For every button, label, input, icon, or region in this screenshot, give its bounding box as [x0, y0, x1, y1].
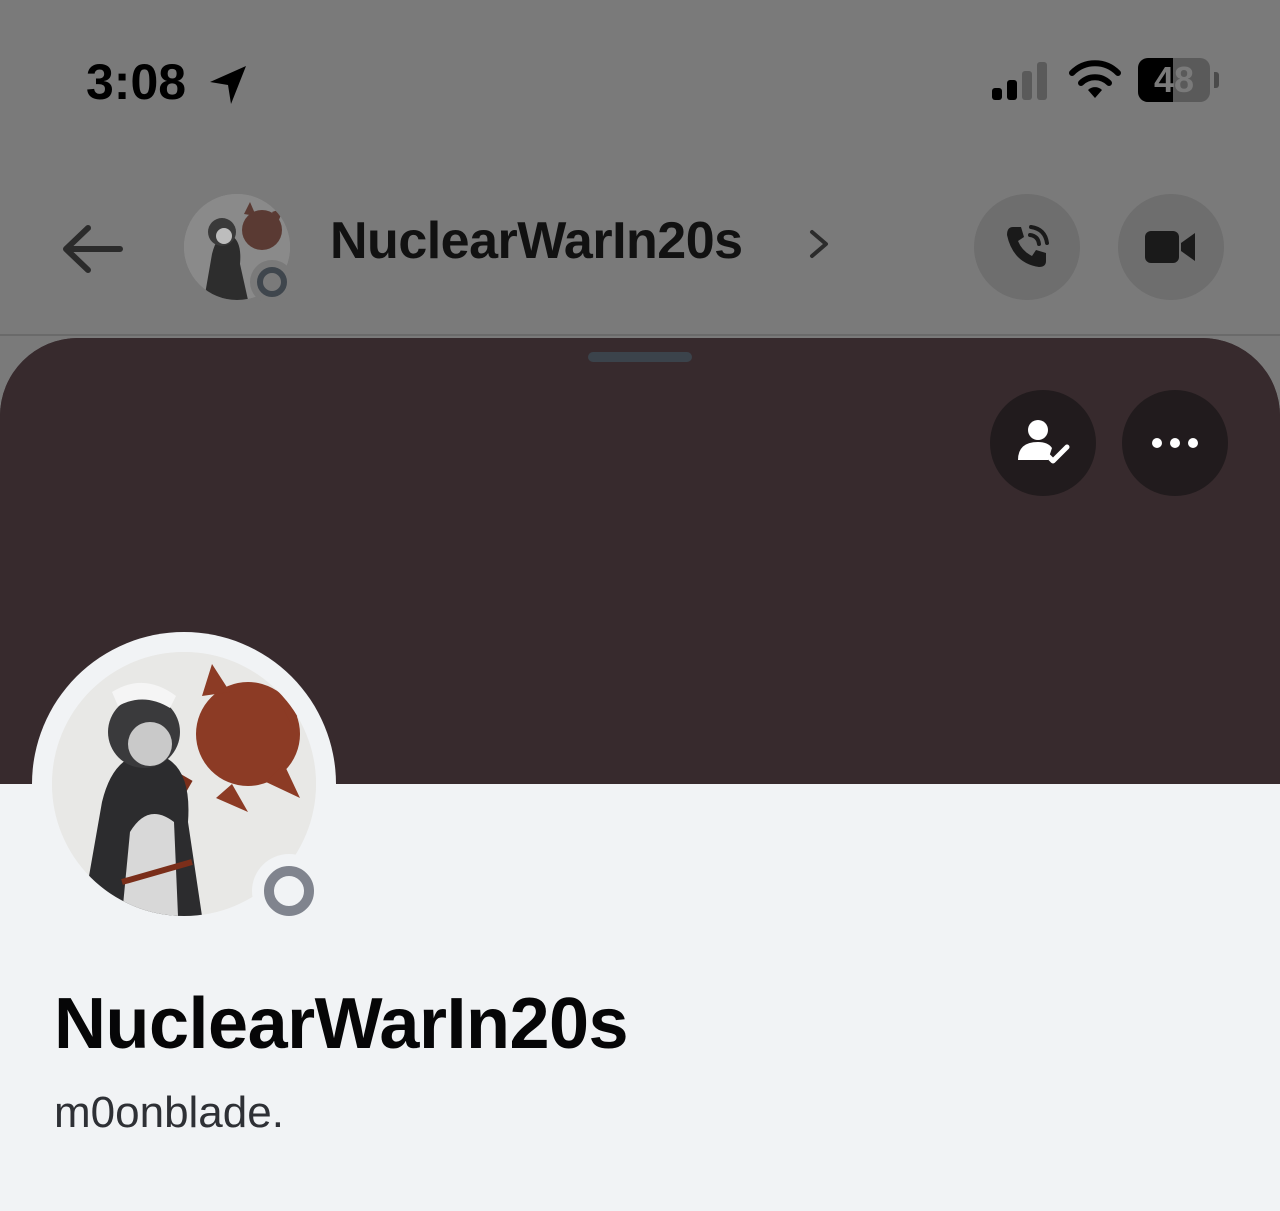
cellular-signal-icon — [992, 62, 1047, 100]
chevron-right-icon[interactable] — [806, 226, 832, 262]
status-time: 3:08 — [86, 54, 187, 110]
video-camera-icon — [1145, 231, 1195, 263]
phone-call-icon — [1007, 225, 1049, 267]
battery-level: 48 — [1153, 59, 1195, 100]
header-divider — [0, 334, 1280, 336]
friend-status-button[interactable] — [990, 390, 1096, 496]
header-title[interactable]: NuclearWarIn20s — [330, 210, 743, 272]
location-arrow-icon — [210, 66, 246, 104]
header-status-indicator — [250, 260, 294, 304]
battery-cap — [1214, 72, 1219, 88]
status-bar: 3:08 48 — [0, 0, 1280, 150]
more-options-icon — [1152, 438, 1198, 448]
battery-icon: 48 — [1138, 58, 1210, 102]
wifi-icon — [1069, 60, 1121, 98]
arrow-left-icon[interactable] — [60, 222, 124, 276]
profile-username: m0onblade. — [54, 1088, 284, 1137]
more-options-button[interactable] — [1122, 390, 1228, 496]
profile-display-name: NuclearWarIn20s — [54, 984, 629, 1064]
video-call-button[interactable] — [1118, 194, 1224, 300]
sheet-grabber[interactable] — [588, 352, 692, 362]
voice-call-button[interactable] — [974, 194, 1080, 300]
friend-check-icon — [1018, 420, 1070, 464]
profile-status-indicator — [252, 854, 326, 928]
profile-sheet: NuclearWarIn20s m0onblade. — [0, 338, 1280, 1211]
